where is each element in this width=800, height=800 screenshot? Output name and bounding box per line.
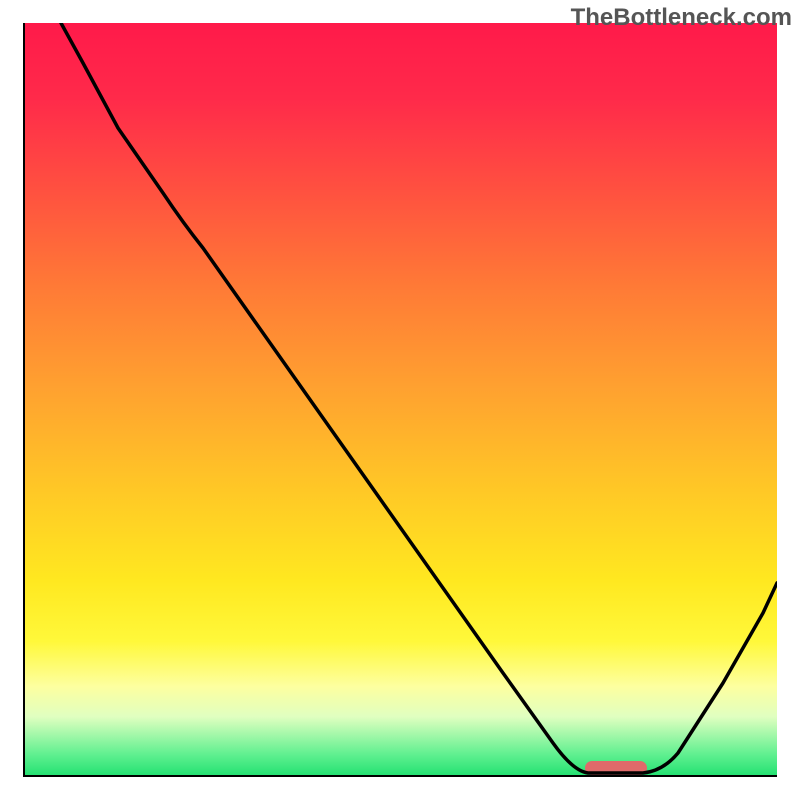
- bottleneck-curve: [23, 23, 777, 777]
- curve-path: [61, 23, 777, 773]
- watermark-text: TheBottleneck.com: [571, 4, 792, 32]
- chart-container: TheBottleneck.com: [0, 0, 800, 800]
